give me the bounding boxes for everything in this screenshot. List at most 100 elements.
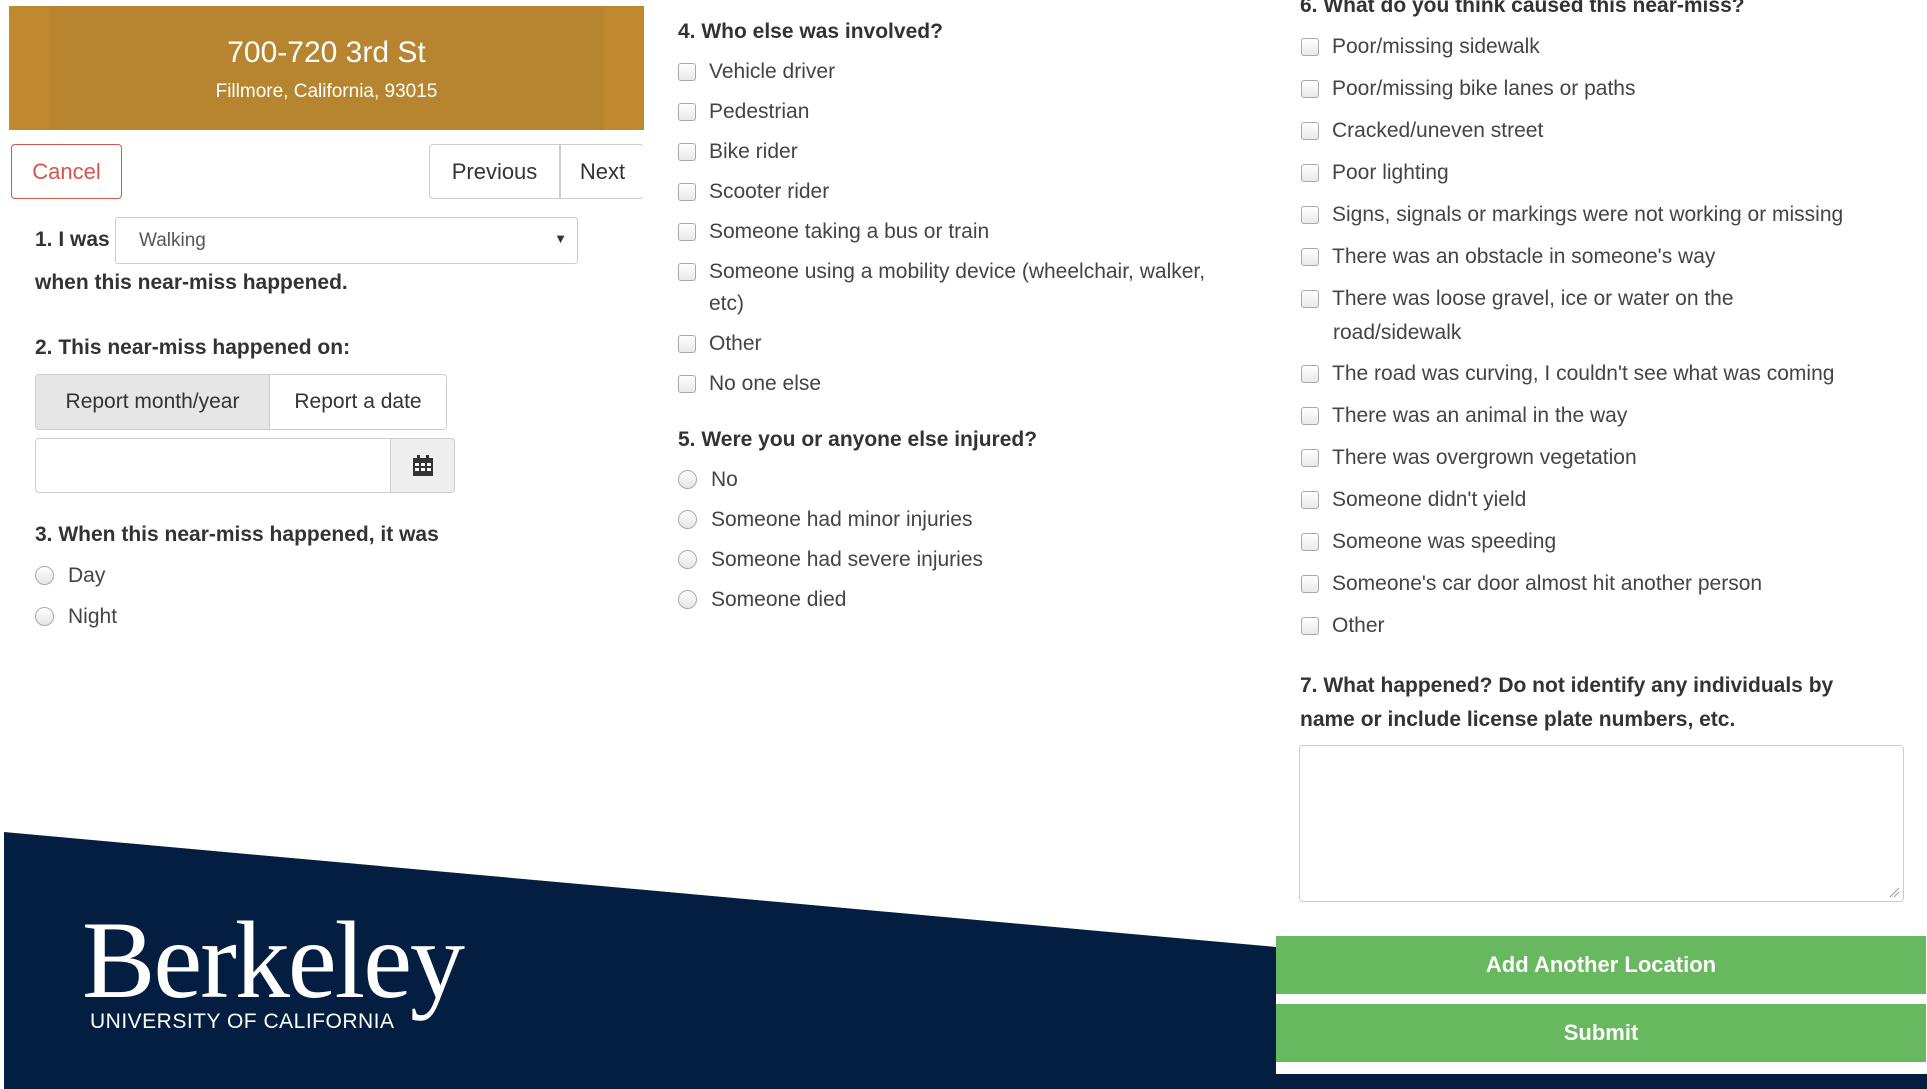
checkbox-input[interactable]: [1301, 248, 1319, 266]
checkbox-label: Someone was speeding: [1332, 530, 1557, 553]
checkbox-label: Cracked/uneven street: [1332, 119, 1544, 142]
checkbox-cause-sidewalk[interactable]: Poor/missing sidewalk: [1301, 31, 1540, 63]
report-month-year-toggle[interactable]: Report month/year: [35, 374, 270, 430]
checkbox-input[interactable]: [1301, 491, 1319, 509]
checkbox-label: Bike rider: [709, 140, 798, 163]
checkbox-label: There was an obstacle in someone's way: [1332, 245, 1716, 268]
radio-night[interactable]: Night: [35, 601, 117, 633]
checkbox-label: Someone using a mobility device (wheelch…: [709, 260, 1206, 283]
checkbox-no-one-else[interactable]: No one else: [678, 368, 821, 400]
radio-input[interactable]: [678, 550, 697, 569]
checkbox-input[interactable]: [1301, 533, 1319, 551]
radio-label: No: [711, 468, 738, 491]
radio-no-injury[interactable]: No: [678, 464, 738, 496]
checkbox-input[interactable]: [1301, 38, 1319, 56]
q3-label: 3. When this near-miss happened, it was: [35, 523, 439, 546]
q5-label: 5. Were you or anyone else injured?: [678, 428, 1038, 451]
checkbox-other-involved[interactable]: Other: [678, 328, 762, 360]
checkbox-input[interactable]: [678, 223, 696, 241]
university-subtitle: UNIVERSITY OF CALIFORNIA: [90, 1010, 395, 1033]
checkbox-input[interactable]: [1301, 617, 1319, 635]
checkbox-label: Poor/missing sidewalk: [1332, 35, 1540, 58]
radio-severe-injuries[interactable]: Someone had severe injuries: [678, 544, 983, 576]
checkbox-cause-animal[interactable]: There was an animal in the way: [1301, 400, 1627, 432]
date-input[interactable]: [35, 438, 391, 493]
checkbox-scooter-rider[interactable]: Scooter rider: [678, 176, 829, 208]
address-city: Fillmore, California, 93015: [215, 81, 438, 102]
checkbox-input[interactable]: [678, 103, 696, 121]
chevron-down-icon: ▼: [554, 231, 567, 246]
q7-label-line1: 7. What happened? Do not identify any in…: [1300, 674, 1834, 697]
radio-label: Someone had severe injuries: [711, 548, 983, 571]
checkbox-input[interactable]: [678, 263, 696, 281]
resize-grip-icon[interactable]: [1888, 886, 1900, 898]
checkbox-cause-curving-road[interactable]: The road was curving, I couldn't see wha…: [1301, 358, 1834, 390]
radio-day[interactable]: Day: [35, 560, 105, 592]
travel-mode-select[interactable]: Walking ▼: [115, 217, 578, 264]
radio-night-label: Night: [68, 605, 118, 628]
radio-someone-died[interactable]: Someone died: [678, 584, 846, 616]
checkbox-input[interactable]: [678, 183, 696, 201]
description-textarea[interactable]: [1299, 745, 1904, 902]
add-another-location-button[interactable]: Add Another Location: [1276, 936, 1926, 994]
checkbox-input[interactable]: [1301, 122, 1319, 140]
checkbox-input[interactable]: [1301, 575, 1319, 593]
checkbox-label: Other: [1332, 614, 1385, 637]
radio-day-label: Day: [68, 564, 106, 587]
checkbox-cause-signs[interactable]: Signs, signals or markings were not work…: [1301, 199, 1843, 231]
checkbox-cause-lighting[interactable]: Poor lighting: [1301, 157, 1449, 189]
checkbox-cause-no-yield[interactable]: Someone didn't yield: [1301, 484, 1526, 516]
checkbox-input[interactable]: [678, 63, 696, 81]
previous-button[interactable]: Previous: [429, 144, 560, 199]
radio-minor-injuries[interactable]: Someone had minor injuries: [678, 504, 972, 536]
berkeley-logo: Berkeley: [82, 899, 465, 1021]
checkbox-input[interactable]: [1301, 407, 1319, 425]
checkbox-input[interactable]: [1301, 164, 1319, 182]
checkbox-input[interactable]: [1301, 80, 1319, 98]
checkbox-label: Someone taking a bus or train: [709, 220, 990, 243]
checkbox-input[interactable]: [1301, 365, 1319, 383]
checkbox-label: Poor/missing bike lanes or paths: [1332, 77, 1636, 100]
submit-button[interactable]: Submit: [1276, 1004, 1926, 1062]
checkbox-label: Other: [709, 332, 762, 355]
checkbox-cause-obstacle[interactable]: There was an obstacle in someone's way: [1301, 241, 1715, 273]
checkbox-label: There was overgrown vegetation: [1332, 446, 1637, 469]
checkbox-cause-speeding[interactable]: Someone was speeding: [1301, 526, 1556, 558]
checkbox-label: Poor lighting: [1332, 161, 1449, 184]
report-date-toggle[interactable]: Report a date: [269, 374, 447, 430]
checkbox-cause-bike-lanes[interactable]: Poor/missing bike lanes or paths: [1301, 73, 1636, 105]
q7-label-line2: name or include license plate numbers, e…: [1300, 708, 1736, 731]
radio-label: Someone had minor injuries: [711, 508, 973, 531]
next-button[interactable]: Next: [560, 144, 644, 199]
q1-suffix: when this near-miss happened.: [35, 271, 348, 294]
radio-input[interactable]: [678, 590, 697, 609]
checkbox-input[interactable]: [1301, 206, 1319, 224]
checkbox-input[interactable]: [678, 143, 696, 161]
address-street: 700-720 3rd St: [227, 36, 426, 69]
calendar-button[interactable]: [390, 438, 455, 493]
checkbox-cause-cracked-street[interactable]: Cracked/uneven street: [1301, 115, 1543, 147]
checkbox-pedestrian[interactable]: Pedestrian: [678, 96, 809, 128]
checkbox-input[interactable]: [678, 375, 696, 393]
checkbox-input[interactable]: [1301, 290, 1319, 308]
checkbox-input[interactable]: [678, 335, 696, 353]
checkbox-mobility-device[interactable]: Someone using a mobility device (wheelch…: [678, 256, 1205, 288]
checkbox-cause-car-door[interactable]: Someone's car door almost hit another pe…: [1301, 568, 1762, 600]
checkbox-label: There was loose gravel, ice or water on …: [1332, 287, 1734, 310]
checkbox-vehicle-driver[interactable]: Vehicle driver: [678, 56, 835, 88]
radio-input[interactable]: [678, 510, 697, 529]
checkbox-bike-rider[interactable]: Bike rider: [678, 136, 798, 168]
radio-input[interactable]: [678, 470, 697, 489]
checkbox-cause-other[interactable]: Other: [1301, 610, 1385, 642]
radio-day-input[interactable]: [35, 566, 54, 585]
checkbox-cause-vegetation[interactable]: There was overgrown vegetation: [1301, 442, 1637, 474]
checkbox-label: Vehicle driver: [709, 60, 836, 83]
radio-night-input[interactable]: [35, 607, 54, 626]
cancel-button[interactable]: Cancel: [11, 144, 122, 199]
checkbox-bus-train[interactable]: Someone taking a bus or train: [678, 216, 989, 248]
checkbox-label: road/sidewalk: [1333, 321, 1462, 344]
checkbox-input[interactable]: [1301, 449, 1319, 467]
checkbox-cause-gravel[interactable]: There was loose gravel, ice or water on …: [1301, 283, 1734, 315]
calendar-icon: [412, 454, 433, 476]
address-header: 700-720 3rd St Fillmore, California, 930…: [9, 6, 644, 130]
